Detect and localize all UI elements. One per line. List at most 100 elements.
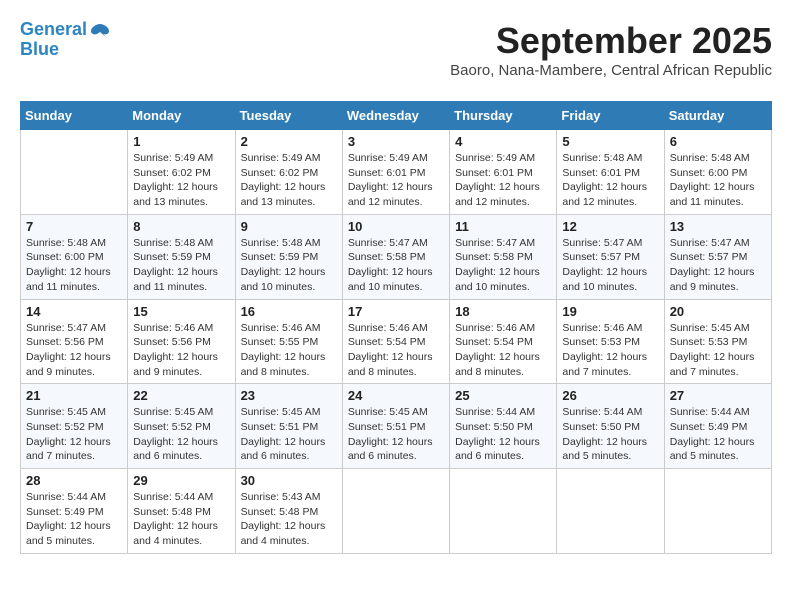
day-header: Sunday (21, 102, 128, 130)
day-number: 5 (562, 134, 658, 149)
calendar-cell: 29 Sunrise: 5:44 AMSunset: 5:48 PMDayligh… (128, 469, 235, 554)
day-info: Sunrise: 5:49 AMSunset: 6:01 PMDaylight:… (348, 151, 444, 210)
calendar-cell: 1 Sunrise: 5:49 AMSunset: 6:02 PMDaylight… (128, 130, 235, 215)
calendar-cell (21, 130, 128, 215)
day-number: 20 (670, 304, 766, 319)
day-number: 19 (562, 304, 658, 319)
day-number: 26 (562, 388, 658, 403)
day-number: 15 (133, 304, 229, 319)
calendar-cell: 15 Sunrise: 5:46 AMSunset: 5:56 PMDayligh… (128, 299, 235, 384)
day-info: Sunrise: 5:45 AMSunset: 5:51 PMDaylight:… (241, 405, 337, 464)
day-number: 23 (241, 388, 337, 403)
day-info: Sunrise: 5:44 AMSunset: 5:48 PMDaylight:… (133, 490, 229, 549)
day-header: Monday (128, 102, 235, 130)
calendar-cell: 5 Sunrise: 5:48 AMSunset: 6:01 PMDaylight… (557, 130, 664, 215)
calendar-cell: 30 Sunrise: 5:43 AMSunset: 5:48 PMDayligh… (235, 469, 342, 554)
day-info: Sunrise: 5:47 AMSunset: 5:57 PMDaylight:… (670, 236, 766, 295)
day-number: 1 (133, 134, 229, 149)
day-number: 27 (670, 388, 766, 403)
title-section: September 2025 Baoro, Nana-Mambere, Cent… (450, 20, 772, 89)
logo-bird-icon (89, 22, 111, 44)
calendar-cell: 10Sunrise: 5:47 AMSunset: 5:58 PMDayligh… (342, 214, 449, 299)
day-info: Sunrise: 5:43 AMSunset: 5:48 PMDaylight:… (241, 490, 337, 549)
calendar-cell: 21 Sunrise: 5:45 AMSunset: 5:52 PMDayligh… (21, 384, 128, 469)
day-number: 3 (348, 134, 444, 149)
calendar-cell: 14 Sunrise: 5:47 AMSunset: 5:56 PMDayligh… (21, 299, 128, 384)
calendar-cell: 2Sunrise: 5:49 AMSunset: 6:02 PMDaylight… (235, 130, 342, 215)
calendar-cell: 16 Sunrise: 5:46 AMSunset: 5:55 PMDayligh… (235, 299, 342, 384)
day-number: 8 (133, 219, 229, 234)
day-header: Wednesday (342, 102, 449, 130)
calendar-table: SundayMondayTuesdayWednesdayThursdayFrid… (20, 101, 772, 554)
calendar-cell: 24 Sunrise: 5:45 AMSunset: 5:51 PMDayligh… (342, 384, 449, 469)
day-info: Sunrise: 5:44 AMSunset: 5:49 PMDaylight:… (670, 405, 766, 464)
day-info: Sunrise: 5:48 AMSunset: 6:00 PMDaylight:… (670, 151, 766, 210)
day-number: 13 (670, 219, 766, 234)
calendar-cell (342, 469, 449, 554)
day-info: Sunrise: 5:46 AMSunset: 5:56 PMDaylight:… (133, 321, 229, 380)
day-header: Tuesday (235, 102, 342, 130)
day-header: Thursday (450, 102, 557, 130)
logo-line2: Blue (20, 39, 59, 59)
calendar-cell: 12Sunrise: 5:47 AMSunset: 5:57 PMDayligh… (557, 214, 664, 299)
calendar-cell: 26 Sunrise: 5:44 AMSunset: 5:50 PMDayligh… (557, 384, 664, 469)
calendar-cell: 9Sunrise: 5:48 AMSunset: 5:59 PMDaylight… (235, 214, 342, 299)
day-number: 28 (26, 473, 122, 488)
calendar-cell (450, 469, 557, 554)
day-info: Sunrise: 5:44 AMSunset: 5:49 PMDaylight:… (26, 490, 122, 549)
calendar-cell: 23 Sunrise: 5:45 AMSunset: 5:51 PMDayligh… (235, 384, 342, 469)
day-info: Sunrise: 5:46 AMSunset: 5:54 PMDaylight:… (455, 321, 551, 380)
day-number: 14 (26, 304, 122, 319)
calendar-cell: 13 Sunrise: 5:47 AMSunset: 5:57 PMDayligh… (664, 214, 771, 299)
day-info: Sunrise: 5:48 AMSunset: 6:00 PMDaylight:… (26, 236, 122, 295)
day-number: 18 (455, 304, 551, 319)
day-info: Sunrise: 5:44 AMSunset: 5:50 PMDaylight:… (455, 405, 551, 464)
day-number: 4 (455, 134, 551, 149)
day-info: Sunrise: 5:49 AMSunset: 6:02 PMDaylight:… (133, 151, 229, 210)
day-number: 10 (348, 219, 444, 234)
day-info: Sunrise: 5:49 AMSunset: 6:01 PMDaylight:… (455, 151, 551, 210)
day-number: 29 (133, 473, 229, 488)
day-number: 16 (241, 304, 337, 319)
logo-line1: General (20, 19, 87, 39)
day-info: Sunrise: 5:47 AMSunset: 5:57 PMDaylight:… (562, 236, 658, 295)
day-number: 21 (26, 388, 122, 403)
calendar-cell: 3 Sunrise: 5:49 AMSunset: 6:01 PMDaylight… (342, 130, 449, 215)
day-info: Sunrise: 5:48 AMSunset: 5:59 PMDaylight:… (133, 236, 229, 295)
calendar-cell: 6Sunrise: 5:48 AMSunset: 6:00 PMDaylight… (664, 130, 771, 215)
calendar-cell: 27 Sunrise: 5:44 AMSunset: 5:49 PMDayligh… (664, 384, 771, 469)
day-number: 24 (348, 388, 444, 403)
day-info: Sunrise: 5:48 AMSunset: 6:01 PMDaylight:… (562, 151, 658, 210)
day-number: 11 (455, 219, 551, 234)
day-info: Sunrise: 5:47 AMSunset: 5:58 PMDaylight:… (455, 236, 551, 295)
day-info: Sunrise: 5:46 AMSunset: 5:55 PMDaylight:… (241, 321, 337, 380)
day-info: Sunrise: 5:46 AMSunset: 5:54 PMDaylight:… (348, 321, 444, 380)
calendar-cell (557, 469, 664, 554)
day-number: 7 (26, 219, 122, 234)
calendar-cell: 22Sunrise: 5:45 AMSunset: 5:52 PMDayligh… (128, 384, 235, 469)
day-number: 25 (455, 388, 551, 403)
day-info: Sunrise: 5:47 AMSunset: 5:56 PMDaylight:… (26, 321, 122, 380)
day-number: 9 (241, 219, 337, 234)
day-info: Sunrise: 5:44 AMSunset: 5:50 PMDaylight:… (562, 405, 658, 464)
day-header: Friday (557, 102, 664, 130)
calendar-cell: 25 Sunrise: 5:44 AMSunset: 5:50 PMDayligh… (450, 384, 557, 469)
day-header: Saturday (664, 102, 771, 130)
day-number: 17 (348, 304, 444, 319)
calendar-cell: 17 Sunrise: 5:46 AMSunset: 5:54 PMDayligh… (342, 299, 449, 384)
calendar-cell: 20 Sunrise: 5:45 AMSunset: 5:53 PMDayligh… (664, 299, 771, 384)
location-subtitle: Baoro, Nana-Mambere, Central African Rep… (450, 62, 772, 79)
day-info: Sunrise: 5:45 AMSunset: 5:52 PMDaylight:… (26, 405, 122, 464)
calendar-cell: 28 Sunrise: 5:44 AMSunset: 5:49 PMDayligh… (21, 469, 128, 554)
calendar-cell: 19Sunrise: 5:46 AMSunset: 5:53 PMDayligh… (557, 299, 664, 384)
day-info: Sunrise: 5:45 AMSunset: 5:53 PMDaylight:… (670, 321, 766, 380)
calendar-cell: 11 Sunrise: 5:47 AMSunset: 5:58 PMDayligh… (450, 214, 557, 299)
calendar-cell: 18 Sunrise: 5:46 AMSunset: 5:54 PMDayligh… (450, 299, 557, 384)
day-number: 30 (241, 473, 337, 488)
calendar-cell: 4 Sunrise: 5:49 AMSunset: 6:01 PMDaylight… (450, 130, 557, 215)
day-info: Sunrise: 5:45 AMSunset: 5:51 PMDaylight:… (348, 405, 444, 464)
day-info: Sunrise: 5:49 AMSunset: 6:02 PMDaylight:… (241, 151, 337, 210)
calendar-cell (664, 469, 771, 554)
day-number: 22 (133, 388, 229, 403)
logo: General Blue (20, 20, 111, 60)
